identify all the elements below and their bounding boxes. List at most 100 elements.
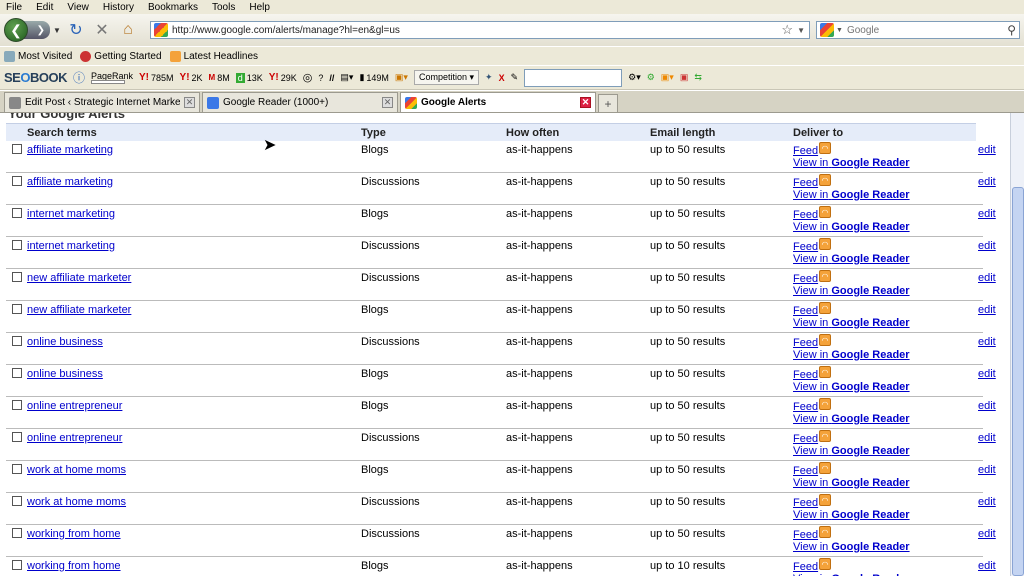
header-search-terms[interactable]: Search terms	[27, 127, 97, 139]
alert-checkbox[interactable]	[12, 528, 22, 538]
view-in-google-reader-link[interactable]: View in Google Reader	[793, 253, 910, 265]
menu-file[interactable]: File	[6, 2, 22, 13]
search-term-link[interactable]: working from home	[27, 528, 121, 540]
feed-link[interactable]: Feed	[793, 337, 818, 349]
view-in-google-reader-link[interactable]: View in Google Reader	[793, 157, 910, 169]
new-tab-button[interactable]: +	[598, 94, 618, 112]
rss-feed-icon[interactable]: ◠	[819, 558, 831, 570]
bookmark-getting-started[interactable]: Getting Started	[80, 50, 162, 62]
header-type[interactable]: Type	[361, 127, 386, 139]
search-term-link[interactable]: work at home moms	[27, 496, 126, 508]
edit-link[interactable]: edit	[978, 144, 996, 156]
rss-feed-icon[interactable]: ◠	[819, 174, 831, 186]
stop-icon[interactable]: ✕	[91, 19, 113, 41]
alert-checkbox[interactable]	[12, 496, 22, 506]
header-deliver-to[interactable]: Deliver to	[793, 127, 843, 139]
edit-link[interactable]: edit	[978, 432, 996, 444]
seo-search-input[interactable]	[524, 68, 623, 87]
view-in-google-reader-link[interactable]: View in Google Reader	[793, 541, 910, 553]
view-in-google-reader-link[interactable]: View in Google Reader	[793, 285, 910, 297]
unknown-stat[interactable]: ?	[318, 73, 323, 83]
seobook-logo[interactable]: SEOBOOK	[4, 70, 67, 85]
stats-icon[interactable]: ▣▾	[395, 72, 408, 83]
alert-checkbox[interactable]	[12, 240, 22, 250]
close-icon[interactable]: ✕	[184, 97, 195, 108]
search-term-link[interactable]: new affiliate marketer	[27, 272, 131, 284]
rss-feed-icon[interactable]: ◠	[819, 430, 831, 442]
notes-icon[interactable]: ✎	[511, 72, 519, 83]
rss-dropdown-icon[interactable]: ▣▾	[661, 72, 674, 83]
search-term-link[interactable]: internet marketing	[27, 208, 115, 220]
rss-feed-icon[interactable]: ◠	[819, 462, 831, 474]
edit-link[interactable]: edit	[978, 240, 996, 252]
rss-feed-icon[interactable]: ◠	[819, 142, 831, 154]
validation-icon[interactable]: X	[499, 73, 505, 83]
feed-link[interactable]: Feed	[793, 305, 818, 317]
search-term-link[interactable]: work at home moms	[27, 464, 126, 476]
search-term-link[interactable]: online business	[27, 368, 103, 380]
pagerank-meter[interactable]: PageRank	[90, 71, 133, 84]
feed-link[interactable]: Feed	[793, 433, 818, 445]
feed-link[interactable]: Feed	[793, 273, 818, 285]
search-engine-dropdown-icon[interactable]: ▼	[836, 27, 843, 34]
feed-link[interactable]: Feed	[793, 209, 818, 221]
edit-link[interactable]: edit	[978, 336, 996, 348]
menu-edit[interactable]: Edit	[36, 2, 53, 13]
edit-link[interactable]: edit	[978, 176, 996, 188]
view-in-google-reader-link[interactable]: View in Google Reader	[793, 445, 910, 457]
search-bar[interactable]: ▼ ⚲	[816, 21, 1020, 39]
feed-link[interactable]: Feed	[793, 497, 818, 509]
edit-link[interactable]: edit	[978, 304, 996, 316]
menu-view[interactable]: View	[67, 2, 89, 13]
alert-checkbox[interactable]	[12, 336, 22, 346]
rss-feed-icon[interactable]: ◠	[819, 494, 831, 506]
google-search-engine-icon[interactable]	[820, 23, 834, 37]
alert-checkbox[interactable]	[12, 464, 22, 474]
feed-link[interactable]: Feed	[793, 369, 818, 381]
menu-help[interactable]: Help	[249, 2, 270, 13]
edit-link[interactable]: edit	[978, 464, 996, 476]
search-input[interactable]	[846, 24, 997, 36]
vertical-scrollbar[interactable]	[1010, 113, 1024, 576]
tab-google-alerts[interactable]: Google Alerts ✕	[400, 92, 596, 112]
feed-link[interactable]: Feed	[793, 465, 818, 477]
home-icon[interactable]: ⌂	[117, 19, 139, 41]
edit-link[interactable]: edit	[978, 400, 996, 412]
view-in-google-reader-link[interactable]: View in Google Reader	[793, 509, 910, 521]
rss-feed-icon[interactable]: ◠	[819, 206, 831, 218]
alert-checkbox[interactable]	[12, 432, 22, 442]
close-icon[interactable]: ✕	[580, 97, 591, 108]
yahoo-links-stat[interactable]: Y! 2K	[180, 72, 203, 83]
search-term-link[interactable]: new affiliate marketer	[27, 304, 131, 316]
archive-icon[interactable]: ▤▾	[340, 72, 353, 83]
search-term-link[interactable]: online entrepreneur	[27, 400, 122, 412]
rss-feed-icon[interactable]: ◠	[819, 526, 831, 538]
close-icon[interactable]: ✕	[382, 97, 393, 108]
feed-link[interactable]: Feed	[793, 401, 818, 413]
view-in-google-reader-link[interactable]: View in Google Reader	[793, 189, 910, 201]
search-term-link[interactable]: online entrepreneur	[27, 432, 122, 444]
search-term-link[interactable]: working from home	[27, 560, 121, 572]
edit-link[interactable]: edit	[978, 208, 996, 220]
alert-checkbox[interactable]	[12, 304, 22, 314]
competition-dropdown[interactable]: Competition ▾	[413, 70, 480, 85]
view-in-google-reader-link[interactable]: View in Google Reader	[793, 413, 910, 425]
expand-icon[interactable]: ⇆	[694, 72, 702, 83]
alert-checkbox[interactable]	[12, 144, 22, 154]
reload-icon[interactable]: ↻	[65, 19, 87, 41]
menu-history[interactable]: History	[103, 2, 134, 13]
feed-link[interactable]: Feed	[793, 529, 818, 541]
search-term-link[interactable]: affiliate marketing	[27, 176, 113, 188]
keyword-icon[interactable]: ⚙▾	[628, 72, 641, 83]
cache-icon[interactable]: //	[329, 73, 334, 83]
edit-link[interactable]: edit	[978, 368, 996, 380]
info-icon[interactable]: ⓘ	[73, 69, 85, 86]
edit-link[interactable]: edit	[978, 272, 996, 284]
delicious-stat[interactable]: d 13K	[235, 72, 263, 83]
alert-checkbox[interactable]	[12, 560, 22, 570]
view-in-google-reader-link[interactable]: View in Google Reader	[793, 477, 910, 489]
tab-google-reader[interactable]: Google Reader (1000+) ✕	[202, 92, 398, 112]
feed-link[interactable]: Feed	[793, 177, 818, 189]
msn-stat[interactable]: M 8M	[209, 73, 230, 83]
feed-link[interactable]: Feed	[793, 145, 818, 157]
